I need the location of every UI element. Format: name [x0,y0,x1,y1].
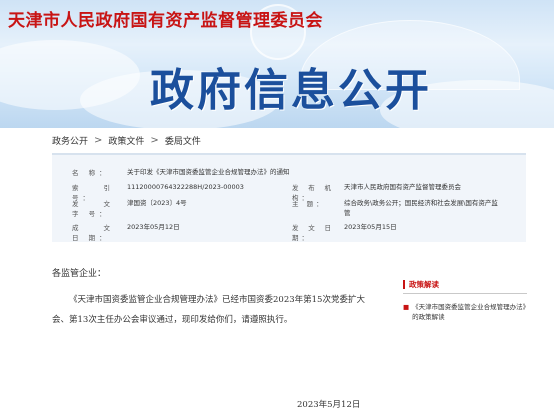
meta-label-subject: 主 题： [292,200,326,208]
header-banner: 天津市人民政府国有资产监督管理委员会 政府信息公开 [0,0,554,128]
meta-value-subject: 综合政务\政务公开；国民经济和社会发展\国有资产监管 [344,199,498,217]
policy-interpretation-panel: 政策解读 ■ 《天津市国资委监管企业合规管理办法》的政策解读 [403,280,527,322]
meta-label-docno: 发 文 字 号： [72,200,114,218]
meta-value-index: 11120000764322288H/2023-00003 [127,183,244,191]
banner-title: 政府信息公开 [150,65,432,116]
panel-link-item[interactable]: ■ 《天津市国资委监管企业合规管理办法》的政策解读 [403,302,527,322]
body-paragraph: 《天津市国资委监管企业合规管理办法》已经市国资委2023年第15次党委扩大会、第… [52,295,365,325]
meta-label-pub-date: 发 文 日 期： [292,224,334,242]
panel-link-text[interactable]: 《天津市国资委监管企业合规管理办法》的政策解读 [412,302,527,322]
site-name[interactable]: 天津市人民政府国有资产监督管理委员会 [8,6,323,31]
breadcrumb-separator: > [150,135,159,146]
breadcrumb-link-committee-docs[interactable]: 委局文件 [165,134,201,147]
document-body: 各监管企业： 《天津市国资委监管企业合规管理办法》已经市国资委2023年第15次… [52,266,377,410]
document-meta-table: 名 称： 关于印发《天津市国资委监管企业合规管理办法》的通知 索 引 号： 11… [52,153,526,242]
meta-label-date: 成 文 日 期： [72,224,114,242]
meta-value-issuer: 天津市人民政府国有资产监督管理委员会 [344,183,461,191]
breadcrumb-link-policy-docs[interactable]: 政策文件 [108,134,144,147]
salutation: 各监管企业： [52,269,107,279]
breadcrumb-link-gov-affairs[interactable]: 政务公开 [52,134,88,147]
document-date: 2023年5月12日 [297,400,361,410]
meta-value-docno: 津国资〔2023〕4号 [127,199,187,207]
panel-divider [403,293,527,294]
breadcrumb-separator: > [94,135,103,146]
meta-value-date: 2023年05月12日 [127,223,180,231]
bullet-icon: ■ [403,303,410,311]
meta-value-name: 关于印发《天津市国资委监管企业合规管理办法》的通知 [127,168,290,176]
meta-value-pub-date: 2023年05月15日 [344,223,397,231]
panel-heading: 政策解读 [403,280,527,289]
meta-label-name: 名 称： [72,169,110,177]
breadcrumb: 政务公开 > 政策文件 > 委局文件 [52,134,201,147]
